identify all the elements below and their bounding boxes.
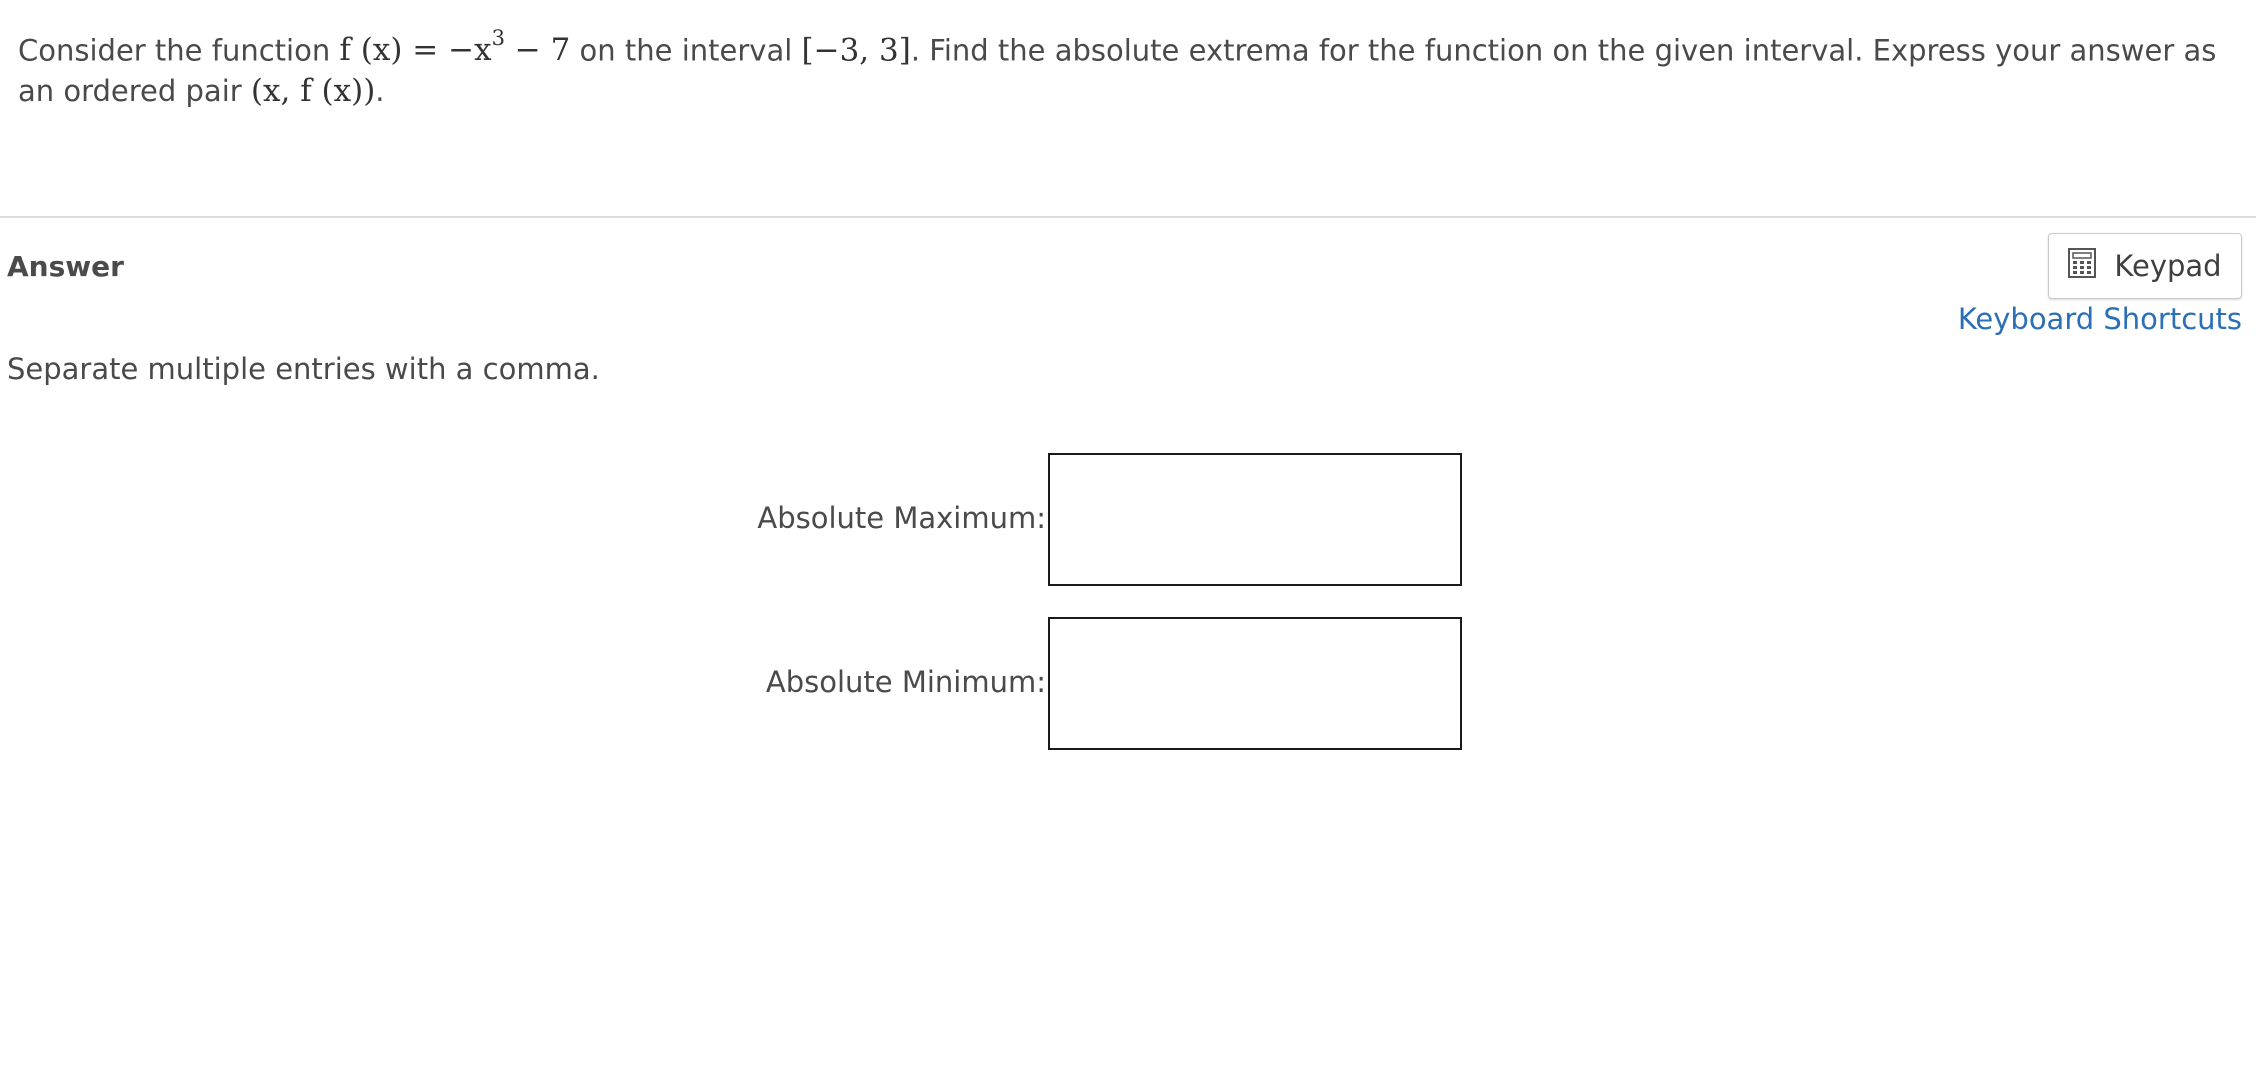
question-mid: on the interval <box>570 33 802 68</box>
function-expression: f (x) = −x3 − 7 <box>339 26 571 69</box>
function-constant: − 7 <box>504 32 571 69</box>
absolute-minimum-input[interactable] <box>1048 617 1462 750</box>
keypad-label: Keypad <box>2114 249 2222 283</box>
function-name: f (x) <box>339 32 403 69</box>
absolute-minimum-label: Absolute Minimum: <box>765 665 1046 699</box>
absolute-maximum-input[interactable] <box>1048 453 1462 586</box>
question-intro: Consider the function <box>18 33 340 68</box>
keyboard-shortcuts-link[interactable]: Keyboard Shortcuts <box>1958 302 2242 336</box>
function-equals: = −x <box>402 32 492 69</box>
question-period: . <box>375 74 385 109</box>
question-text: Consider the function f (x) = −x3 − 7 on… <box>18 22 2238 112</box>
absolute-maximum-label: Absolute Maximum: <box>757 501 1046 535</box>
answer-heading: Answer <box>7 250 124 283</box>
answer-instructions: Separate multiple entries with a comma. <box>7 352 600 386</box>
keypad-button[interactable]: Keypad <box>2048 233 2242 299</box>
interval-expression: [−3, 3] <box>801 32 911 69</box>
function-exponent: 3 <box>491 26 505 50</box>
section-divider <box>0 216 2256 218</box>
ordered-pair-expression: (x, f (x)) <box>250 73 376 110</box>
calculator-icon <box>2068 247 2097 285</box>
